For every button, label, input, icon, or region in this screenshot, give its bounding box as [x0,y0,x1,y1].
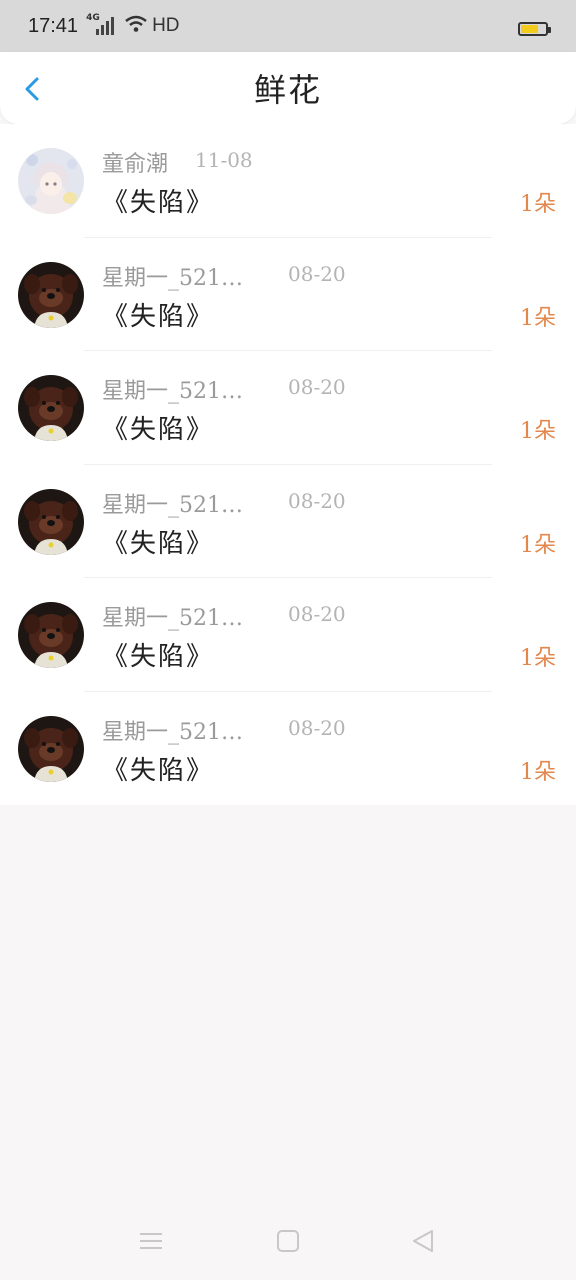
user-name: 童俞潮 [102,152,169,177]
avatar[interactable] [18,148,84,214]
flower-count: 1朵 [520,532,556,558]
chevron-left-icon [25,77,39,101]
user-name: 星期一_521… [102,379,243,404]
status-time: 17:41 [28,14,79,37]
date: 08-20 [288,602,346,626]
avatar[interactable] [18,602,84,668]
dog-avatar-icon [18,261,84,328]
flower-count: 1朵 [520,419,556,444]
header: 鲜花 [0,52,576,124]
list-item[interactable]: 童俞潮 11-08 《失陷》 1朵 [0,124,576,238]
book-title: 《失陷》 [102,528,215,559]
menu-button[interactable] [138,1228,164,1254]
book-title: 《失陷》 [102,755,215,786]
nav-back-button[interactable] [410,1228,436,1254]
book-title: 《失陷》 [102,188,215,218]
book-title: 《失陷》 [102,642,215,672]
square-icon [277,1230,299,1252]
hd-label: HD [152,15,180,36]
list-item[interactable]: 星期一_521… 08-20 《失陷》 1朵 [0,351,576,465]
avatar[interactable] [18,261,84,328]
date: 08-20 [288,261,346,286]
user-name: 星期一_521… [102,265,243,291]
flower-count: 1朵 [520,192,556,217]
date: 08-20 [288,715,346,740]
dog-avatar-icon [18,602,84,668]
flower-list: 童俞潮 11-08 《失陷》 1朵 星期一_521… 08-20 《失陷》 1朵 [0,124,576,805]
book-title: 《失陷》 [102,301,215,332]
status-bar: 17:41 4G HD [0,0,576,52]
avatar[interactable] [18,715,84,782]
home-button[interactable] [275,1228,301,1254]
list-item[interactable]: 星期一_521… 08-20 《失陷》 1朵 [0,692,576,806]
menu-icon [140,1233,162,1249]
user-name: 星期一_521… [102,719,243,745]
date: 08-20 [288,375,346,399]
battery-icon [518,22,551,36]
dog-avatar-icon [18,715,84,782]
back-button[interactable] [18,74,48,104]
user-name: 星期一_521… [102,606,243,631]
date: 11-08 [195,148,253,172]
flower-count: 1朵 [520,646,556,671]
page-title: 鲜花 [253,71,322,109]
avatar[interactable] [18,488,84,555]
avatar[interactable] [18,375,84,441]
wifi-icon [124,15,148,37]
date: 08-20 [288,488,346,513]
book-title: 《失陷》 [102,415,215,445]
flower-count: 1朵 [520,305,556,331]
list-item[interactable]: 星期一_521… 08-20 《失陷》 1朵 [0,465,576,578]
signal-icon: 4G [86,13,115,35]
system-nav-bar [0,1200,576,1280]
list-item[interactable]: 星期一_521… 08-20 《失陷》 1朵 [0,238,576,351]
anime-girl-avatar-icon [18,148,84,214]
user-name: 星期一_521… [102,492,243,518]
triangle-back-icon [413,1230,433,1252]
network-type: 4G [86,13,100,23]
dog-avatar-icon [18,375,84,441]
list-item[interactable]: 星期一_521… 08-20 《失陷》 1朵 [0,578,576,692]
flower-count: 1朵 [520,759,556,785]
dog-avatar-icon [18,488,84,555]
